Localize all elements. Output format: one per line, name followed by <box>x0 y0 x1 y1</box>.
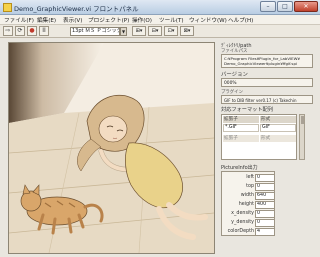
info-value[interactable]: 400 <box>255 201 275 209</box>
formats-cell-ext[interactable]: 拡張子 <box>223 135 259 142</box>
version-field[interactable]: 000% <box>221 78 313 87</box>
file-path-field[interactable]: C:¥Program Files¥Plugin_for_LabVIEW¥ Dem… <box>221 54 313 68</box>
menu-file[interactable]: ファイル(F) <box>4 16 34 24</box>
plugin-info-value: GIF to DIB filter ver0.17 (c) Takechin <box>224 98 297 103</box>
picture-info-caption: PictureInfo出力 <box>221 165 258 171</box>
formats-header-ext: 拡張子 <box>223 116 259 123</box>
formats-cell-fmt[interactable]: 形式 <box>260 135 296 142</box>
abort-button[interactable]: ● <box>27 26 37 36</box>
app-icon <box>3 3 12 12</box>
plugin-info-field[interactable]: GIF to DIB filter ver0.17 (c) Takechin <box>221 95 313 104</box>
run-button[interactable]: ⇨ <box>3 26 13 36</box>
pause-button[interactable]: II <box>39 26 49 36</box>
scrollbar-thumb[interactable] <box>301 116 304 124</box>
info-panel: ﾃﾞｨﾚｸﾄﾘ/path ファイルパス C:¥Program Files¥Plu… <box>221 42 313 254</box>
menu-view[interactable]: 表示(V) <box>63 16 82 24</box>
menu-help[interactable]: ヘルプ(H) <box>228 16 253 24</box>
title-bar: Demo_GraphicViewer.vi フロントパネル – □ ✕ <box>0 0 320 15</box>
info-row-x-density: x_density 0 <box>222 209 276 218</box>
menu-edit[interactable]: 編集(E) <box>37 16 56 24</box>
formats-scrollbar[interactable] <box>299 114 305 160</box>
info-value[interactable]: 4 <box>255 228 275 236</box>
chevron-down-icon[interactable]: ▼ <box>120 27 127 36</box>
info-label: colorDepth <box>227 229 254 234</box>
toolbar: ⇨ ⟳ ● II 13pt ＭＳ Ｐゴシック ▼ ⊞▾ ⊟▾ ⊡▾ ⊠▾ <box>0 25 320 38</box>
front-panel: ﾃﾞｨﾚｸﾄﾘ/path ファイルパス C:¥Program Files¥Plu… <box>0 38 320 257</box>
info-row-width: width 640 <box>222 191 276 200</box>
info-row-left: left 0 <box>222 173 276 182</box>
info-label: height <box>238 202 254 207</box>
menu-tools[interactable]: ツール(T) <box>159 16 184 24</box>
info-row-y-density: y_density 0 <box>222 218 276 227</box>
close-button[interactable]: ✕ <box>294 1 318 12</box>
resize-objects-button[interactable]: ⊡▾ <box>164 26 178 36</box>
formats-cell-ext[interactable]: *.GIF <box>223 124 259 132</box>
version-value: 000% <box>224 81 237 86</box>
run-continuously-button[interactable]: ⟳ <box>15 26 25 36</box>
info-value[interactable]: 0 <box>255 210 275 218</box>
distribute-objects-button[interactable]: ⊟▾ <box>148 26 162 36</box>
info-row-height: height 400 <box>222 200 276 209</box>
picture-info-cluster: left 0 top 0 width 640 height 400 x_dens… <box>221 171 275 236</box>
info-row-color-depth: colorDepth 4 <box>222 227 276 236</box>
menu-operate[interactable]: 操作(O) <box>132 16 152 24</box>
menu-project[interactable]: プロジェクト(P) <box>88 16 129 24</box>
info-value[interactable]: 0 <box>255 183 275 191</box>
align-objects-button[interactable]: ⊞▾ <box>132 26 146 36</box>
maximize-button[interactable]: □ <box>277 1 293 12</box>
formats-cell-fmt[interactable]: GIF <box>260 124 296 132</box>
info-value[interactable]: 0 <box>255 219 275 227</box>
font-select[interactable]: 13pt ＭＳ Ｐゴシック <box>70 27 120 36</box>
info-label: left <box>246 175 254 180</box>
formats-header-fmt: 形式 <box>260 116 296 123</box>
info-label: width <box>240 193 254 198</box>
formats-caption: 対応フォーマット配列 <box>221 107 273 113</box>
illustration-image <box>9 43 214 253</box>
reorder-button[interactable]: ⊠▾ <box>180 26 194 36</box>
formats-table[interactable]: 拡張子 形式 *.GIF GIF 拡張子 形式 <box>221 114 297 160</box>
info-label: x_density <box>231 211 254 216</box>
window-title: Demo_GraphicViewer.vi フロントパネル <box>14 5 139 13</box>
minimize-button[interactable]: – <box>260 1 276 12</box>
file-path-value: C:¥Program Files¥Plugin_for_LabVIEW¥ Dem… <box>224 56 300 66</box>
menu-window[interactable]: ウィンドウ(W) <box>189 16 227 24</box>
info-value[interactable]: 640 <box>255 192 275 200</box>
info-label: top <box>246 184 254 189</box>
picture-display[interactable] <box>8 42 215 254</box>
info-row-top: top 0 <box>222 182 276 191</box>
version-caption: バージョン <box>221 72 248 78</box>
info-label: y_density <box>231 220 254 225</box>
info-value[interactable]: 0 <box>255 174 275 182</box>
menu-bar: ファイル(F) 編集(E) 表示(V) プロジェクト(P) 操作(O) ツール(… <box>0 15 320 25</box>
